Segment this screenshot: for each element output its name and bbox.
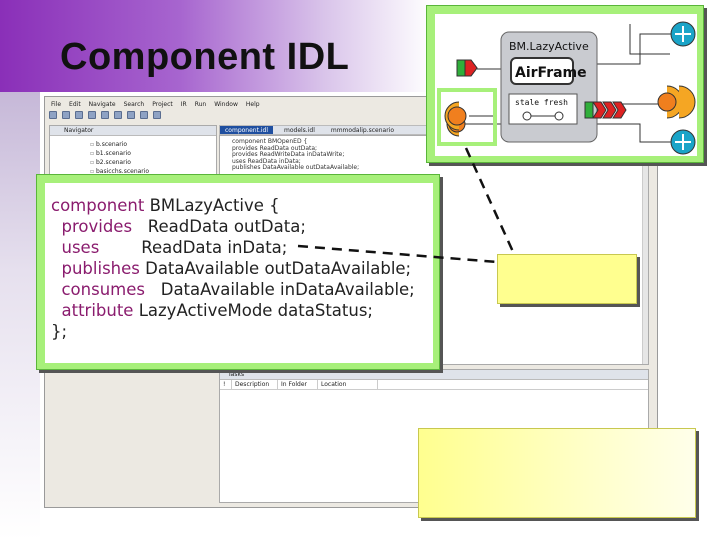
dashed-connector-line (464, 147, 516, 255)
dashed-connector-line (297, 244, 498, 264)
connector-overlay (297, 147, 516, 264)
